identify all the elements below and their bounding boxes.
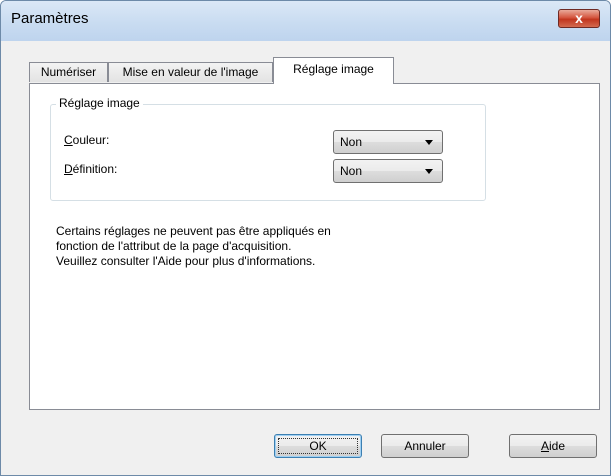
info-line: Veuillez consulter l'Aide pour plus d'in… bbox=[56, 254, 316, 268]
couleur-value: Non bbox=[340, 135, 363, 149]
ok-button[interactable]: OK bbox=[274, 434, 362, 458]
tab-mise-en-valeur[interactable]: Mise en valeur de l'image bbox=[108, 62, 273, 82]
couleur-label: Couleur: bbox=[64, 133, 110, 147]
info-line: Certains réglages ne peuvent pas être ap… bbox=[56, 224, 331, 238]
definition-label: Définition: bbox=[64, 162, 118, 176]
annuler-label: Annuler bbox=[404, 439, 446, 453]
tab-reglage-image[interactable]: Réglage image bbox=[273, 57, 394, 84]
ok-label: OK bbox=[309, 439, 327, 453]
window-title: Paramètres bbox=[11, 10, 89, 27]
groupbox-title: Réglage image bbox=[56, 96, 143, 110]
chevron-down-icon bbox=[425, 169, 433, 174]
tab-numeriser[interactable]: Numériser bbox=[29, 62, 108, 82]
annuler-button[interactable]: Annuler bbox=[381, 434, 469, 458]
aide-label: Aide bbox=[540, 439, 566, 453]
tab-label: Réglage image bbox=[293, 62, 374, 76]
couleur-dropdown[interactable]: Non bbox=[333, 130, 443, 154]
tab-label: Mise en valeur de l'image bbox=[122, 65, 259, 79]
title-bar[interactable]: Paramètres x bbox=[1, 1, 610, 41]
groupbox-reglage-image: Réglage image Couleur: Non Définition: N… bbox=[50, 96, 486, 201]
definition-dropdown[interactable]: Non bbox=[333, 159, 443, 183]
info-line: fonction de l'attribut de la page d'acqu… bbox=[56, 239, 292, 253]
aide-button[interactable]: Aide bbox=[509, 434, 597, 458]
close-button[interactable]: x bbox=[558, 9, 600, 28]
definition-value: Non bbox=[340, 164, 363, 178]
chevron-down-icon bbox=[425, 140, 433, 145]
dialog-window: Paramètres x Numériser Mise en valeur de… bbox=[0, 0, 611, 476]
tab-panel-reglage-image: Réglage image Couleur: Non Définition: N… bbox=[29, 83, 600, 410]
dialog-client-area: Numériser Mise en valeur de l'image Régl… bbox=[10, 41, 602, 467]
tab-label: Numériser bbox=[40, 65, 97, 79]
close-icon: x bbox=[575, 10, 583, 26]
info-text: Certains réglages ne peuvent pas être ap… bbox=[56, 224, 436, 269]
